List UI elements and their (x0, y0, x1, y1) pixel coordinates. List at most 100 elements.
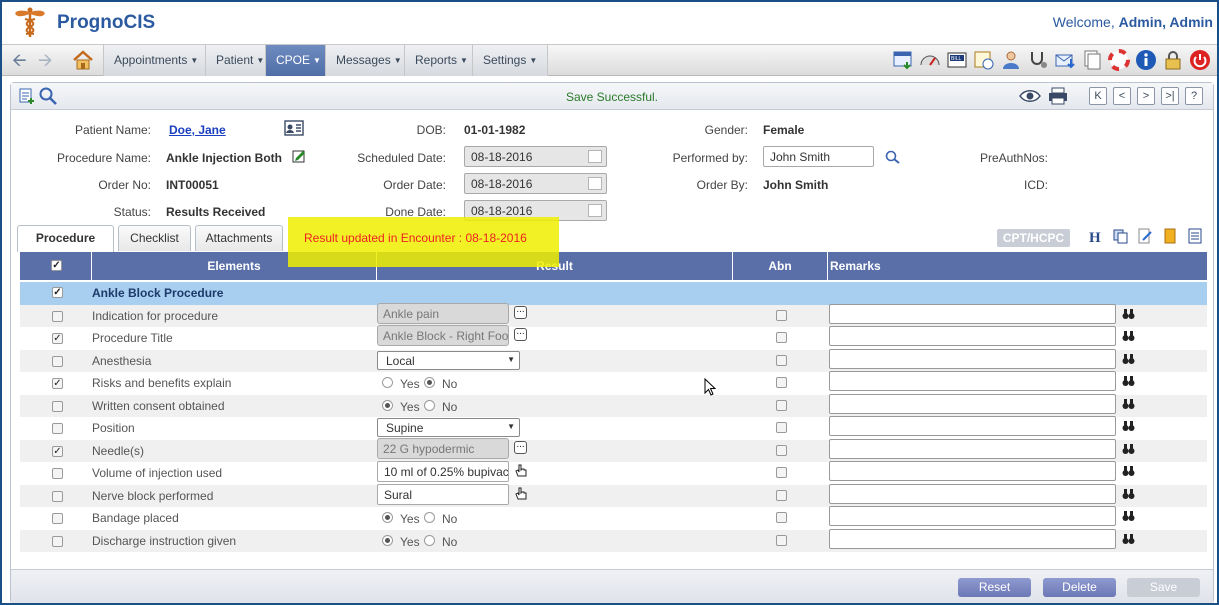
forward-arrow-icon[interactable]: 🡪 (38, 51, 53, 69)
position-select[interactable]: Supine ▼ (377, 418, 520, 437)
row-checkbox[interactable] (52, 355, 63, 367)
nerve-block-input[interactable]: Sural (377, 483, 509, 505)
patient-name-link[interactable]: Doe, Jane (169, 123, 226, 137)
power-icon[interactable] (1189, 49, 1211, 71)
remarks-input[interactable] (829, 326, 1116, 346)
abn-checkbox[interactable] (776, 489, 787, 501)
binocular-icon[interactable] (1122, 308, 1135, 320)
section-checkbox[interactable]: ✓ (52, 287, 63, 298)
row-checkbox[interactable] (52, 535, 63, 547)
abn-checkbox[interactable] (776, 377, 787, 388)
info-icon[interactable] (1135, 49, 1157, 71)
select-all-checkbox[interactable]: ✓ (51, 260, 62, 271)
user-name[interactable]: Admin, Admin (1119, 14, 1213, 30)
copy-icon[interactable] (1112, 228, 1128, 244)
yes-radio[interactable] (382, 377, 393, 388)
back-arrow-icon[interactable]: 🡨 (12, 51, 27, 69)
tab-procedure[interactable]: Procedure (17, 225, 114, 252)
tab-checklist[interactable]: Checklist (118, 225, 191, 251)
dashboard-gauge-icon[interactable] (919, 49, 941, 71)
more-options-icon[interactable]: ... (514, 327, 527, 341)
binocular-icon[interactable] (1122, 510, 1135, 522)
note-icon[interactable] (1162, 228, 1178, 244)
next-record-button[interactable]: > (1137, 87, 1155, 105)
binocular-icon[interactable] (1122, 330, 1135, 342)
binocular-icon[interactable] (1122, 420, 1135, 432)
abn-checkbox[interactable] (776, 444, 787, 456)
previous-record-button[interactable]: < (1113, 87, 1131, 105)
menu-reports[interactable]: Reports ▼ (404, 45, 478, 76)
row-checkbox[interactable] (52, 400, 63, 412)
no-radio[interactable] (424, 399, 435, 411)
row-checkbox[interactable] (52, 468, 63, 479)
binocular-icon[interactable] (1122, 443, 1135, 455)
abn-checkbox[interactable] (776, 467, 787, 478)
row-checkbox[interactable]: ✓ (52, 445, 63, 457)
calendar-icon[interactable] (588, 204, 602, 217)
stethoscope-icon[interactable] (1027, 49, 1049, 71)
history-h-icon[interactable]: H (1087, 228, 1103, 246)
no-radio[interactable] (424, 377, 435, 388)
remarks-input[interactable] (829, 438, 1116, 459)
menu-settings[interactable]: Settings ▼ (472, 45, 549, 76)
schedule-download-icon[interactable] (892, 49, 914, 71)
calendar-icon[interactable] (588, 150, 602, 163)
yes-radio[interactable] (382, 534, 393, 546)
header-remarks[interactable]: Remarks (828, 252, 1207, 280)
row-checkbox[interactable]: ✓ (52, 378, 63, 389)
bill-icon[interactable]: BILL (946, 49, 968, 71)
patient-card-icon[interactable] (284, 120, 304, 136)
remarks-input[interactable] (829, 303, 1116, 324)
row-checkbox[interactable] (52, 490, 63, 502)
abn-checkbox[interactable] (776, 309, 787, 321)
more-options-icon[interactable]: ... (514, 304, 527, 319)
calendar-clock-icon[interactable] (973, 49, 995, 71)
first-record-button[interactable]: K (1089, 87, 1107, 105)
menu-patient[interactable]: Patient ▼ (205, 45, 275, 76)
lock-icon[interactable] (1162, 49, 1184, 71)
performed-by-input[interactable]: John Smith (763, 146, 874, 167)
row-checkbox[interactable] (52, 423, 63, 434)
remarks-input[interactable] (829, 483, 1116, 504)
binocular-icon[interactable] (1122, 398, 1135, 410)
edit-procedure-icon[interactable] (292, 149, 306, 163)
reset-button[interactable]: Reset (958, 578, 1031, 597)
remarks-input[interactable] (829, 348, 1116, 369)
menu-appointments[interactable]: Appointments ▼ (103, 45, 209, 76)
hand-pointer-icon[interactable] (514, 463, 528, 478)
abn-checkbox[interactable] (776, 534, 787, 546)
no-radio[interactable] (424, 534, 435, 546)
abn-checkbox[interactable] (776, 354, 787, 366)
delete-button[interactable]: Delete (1043, 578, 1116, 597)
binocular-icon[interactable] (1122, 533, 1135, 545)
row-checkbox[interactable] (52, 310, 63, 322)
abn-checkbox[interactable] (776, 512, 787, 523)
help-button[interactable]: ? (1185, 87, 1203, 105)
documents-icon[interactable] (1081, 49, 1103, 71)
help-lifebuoy-icon[interactable] (1108, 49, 1130, 71)
no-radio[interactable] (424, 512, 435, 523)
provider-search-icon[interactable] (885, 150, 901, 164)
remarks-input[interactable] (829, 461, 1116, 481)
more-options-icon[interactable]: ... (514, 439, 527, 454)
edit-document-icon[interactable] (1137, 228, 1153, 244)
last-record-button[interactable]: >| (1161, 87, 1179, 105)
eye-icon[interactable] (1019, 88, 1041, 104)
yes-radio[interactable] (382, 512, 393, 523)
binocular-icon[interactable] (1122, 465, 1135, 477)
home-icon[interactable] (72, 50, 94, 70)
save-button[interactable]: Save (1127, 578, 1200, 597)
yes-radio[interactable] (382, 399, 393, 411)
hand-pointer-icon[interactable] (514, 486, 528, 501)
menu-messages[interactable]: Messages ▼ (325, 45, 412, 76)
print-icon[interactable] (1047, 87, 1069, 105)
row-checkbox[interactable]: ✓ (52, 333, 63, 344)
binocular-icon[interactable] (1122, 353, 1135, 365)
anesthesia-select[interactable]: Local ▼ (377, 350, 520, 370)
remarks-input[interactable] (829, 506, 1116, 526)
volume-input[interactable]: 10 ml of 0.25% bupivacaine (377, 461, 509, 482)
menu-cpoe[interactable]: CPOE ▼ (265, 45, 331, 76)
tab-attachments[interactable]: Attachments (195, 225, 283, 251)
header-abn[interactable]: Abn (733, 252, 828, 280)
binocular-icon[interactable] (1122, 488, 1135, 500)
